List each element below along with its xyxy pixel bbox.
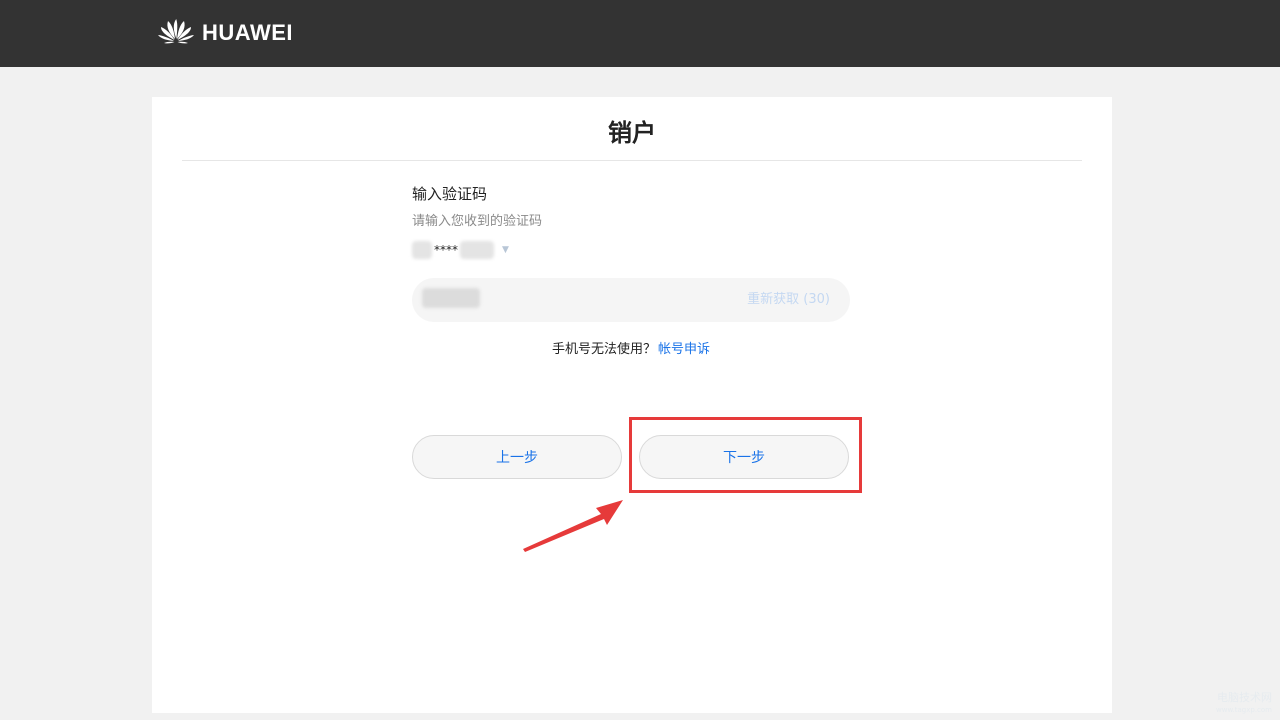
watermark-line-1: 电脑技术网 — [1217, 691, 1272, 704]
annotation-highlight-box — [629, 417, 862, 493]
phone-number-masked: **** — [434, 243, 458, 257]
page-title: 销户 — [608, 119, 656, 147]
brand-name: HUAWEI — [202, 20, 293, 45]
verification-code-field: 重新获取 (30) — [412, 278, 850, 322]
brand[interactable]: HUAWEI — [156, 17, 293, 49]
annotation-arrow-icon — [523, 500, 623, 552]
huawei-flower-logo-icon — [158, 19, 194, 44]
step-hint: 请输入您收到的验证码 — [412, 214, 543, 229]
account-appeal-link[interactable]: 帐号申诉 — [658, 342, 710, 357]
verification-form: 输入验证码 请输入您收到的验证码 **** ▼ 重新获取 (30) 手机号无法使… — [412, 183, 850, 359]
phone-help-row: 手机号无法使用？ 帐号申诉 — [412, 341, 850, 359]
close-account-card: 销户 输入验证码 请输入您收到的验证码 **** ▼ 重新获取 (30) 手机号… — [152, 97, 1112, 713]
watermark: 电脑技术网 www.tagxp.com — [1216, 692, 1272, 716]
previous-step-button[interactable]: 上一步 — [412, 435, 622, 479]
step-title: 输入验证码 — [412, 185, 488, 203]
watermark-line-2: www.tagxp.com — [1216, 706, 1272, 714]
phone-number-row[interactable]: **** ▼ — [412, 238, 850, 262]
top-bar: HUAWEI — [0, 0, 1280, 67]
phone-suffix-blurred — [460, 241, 494, 259]
phone-prefix-blurred — [412, 241, 432, 259]
chevron-down-icon[interactable]: ▼ — [502, 245, 509, 255]
verification-code-input[interactable] — [412, 278, 712, 322]
phone-help-text: 手机号无法使用？ — [551, 342, 656, 357]
resend-code-button[interactable]: 重新获取 (30) — [747, 278, 830, 322]
title-divider — [182, 160, 1082, 161]
